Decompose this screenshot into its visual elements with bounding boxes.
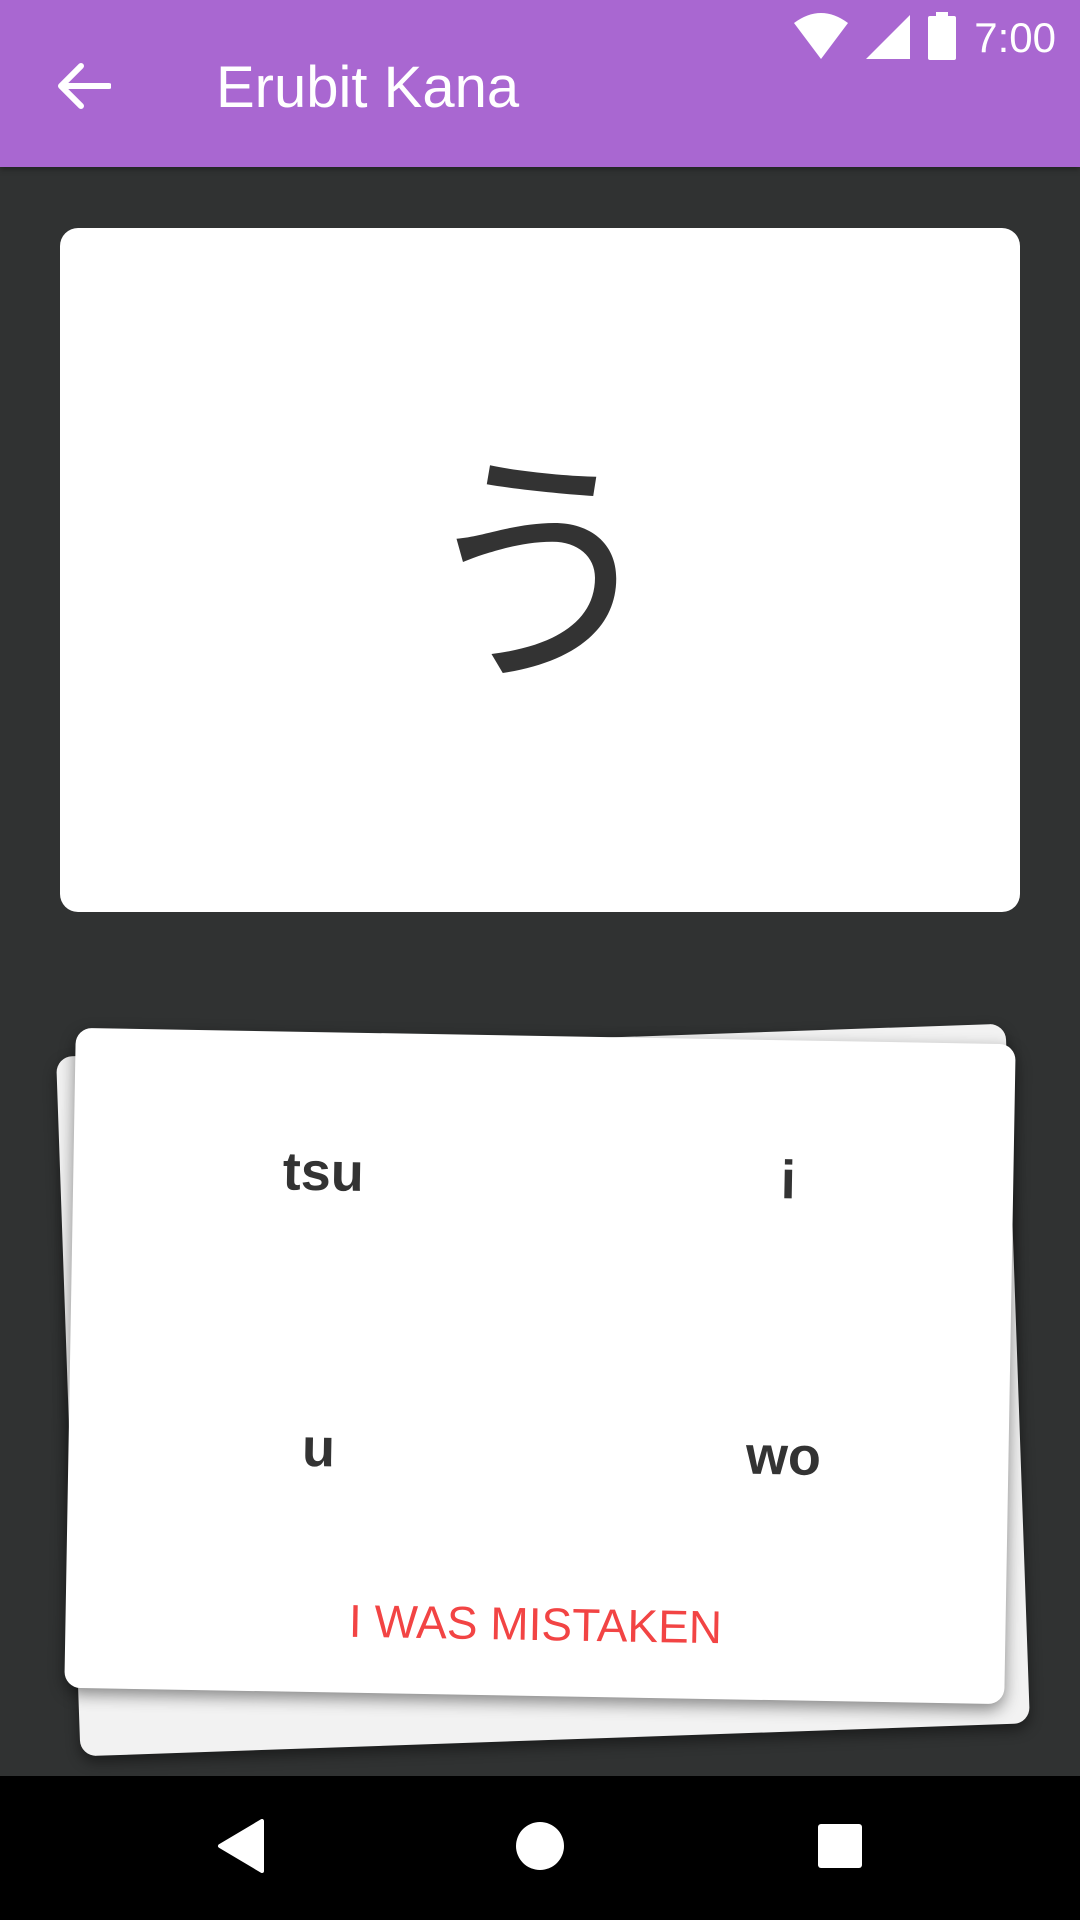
answer-card: tsu i u wo I WAS MISTAKEN	[64, 1027, 1016, 1705]
answer-option[interactable]: wo	[663, 1424, 904, 1488]
navigation-bar	[0, 1776, 1080, 1920]
answer-option[interactable]: tsu	[203, 1140, 444, 1204]
nav-back-button[interactable]	[190, 1798, 290, 1898]
kana-character: う	[415, 429, 665, 720]
status-time: 7:00	[974, 14, 1056, 61]
question-card: う	[60, 228, 1020, 912]
app-bar: 7:00 Erubit Kana	[0, 0, 1080, 167]
arrow-back-icon	[57, 62, 112, 114]
back-button[interactable]	[44, 48, 124, 128]
answer-option[interactable]: u	[198, 1416, 439, 1480]
answer-option[interactable]: i	[668, 1148, 909, 1212]
page-title: Erubit Kana	[216, 55, 520, 120]
i-was-mistaken-button[interactable]: I WAS MISTAKEN	[265, 1591, 806, 1656]
nav-recent-apps-button[interactable]	[790, 1798, 890, 1898]
wifi-icon	[794, 13, 849, 63]
battery-icon	[928, 12, 957, 64]
signal-icon	[866, 13, 911, 63]
status-bar: 7:00	[794, 8, 1056, 68]
nav-recent-apps-icon	[817, 1823, 863, 1873]
nav-home-icon	[515, 1821, 565, 1875]
nav-back-icon	[216, 1819, 264, 1877]
nav-home-button[interactable]	[490, 1798, 590, 1898]
